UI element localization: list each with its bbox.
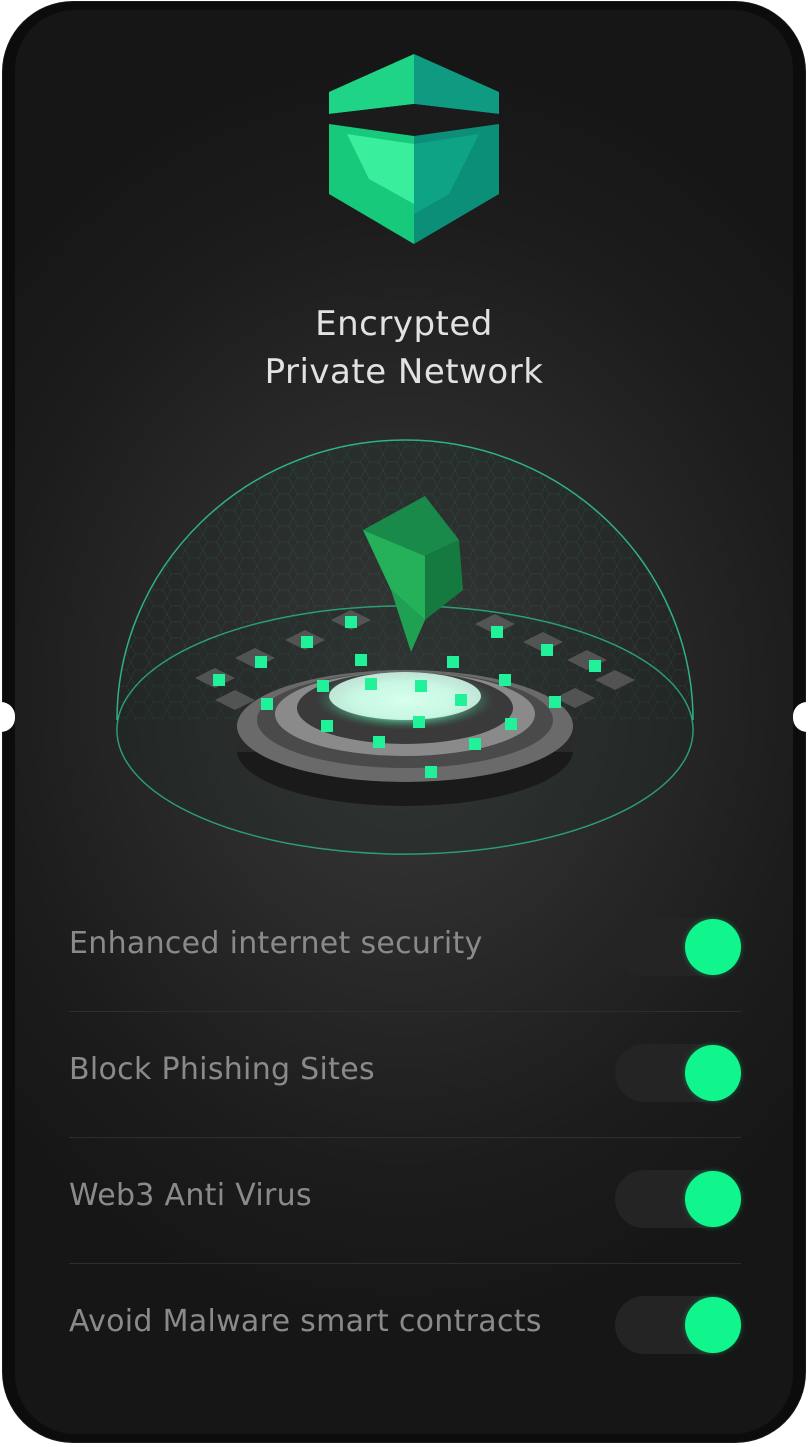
title-line-1: Encrypted [315,304,493,344]
phone-frame: Encrypted Private Network Enhanced inter… [1,2,807,1442]
setting-label: Web3 Anti Virus [69,1178,312,1213]
hinge-notch [1,702,15,732]
green-cube-logo-icon [329,54,499,244]
setting-row-block-phishing: Block Phishing Sites [69,1012,741,1138]
toggle-knob [685,1045,741,1101]
toggle-knob [685,1297,741,1353]
block-phishing-toggle[interactable] [615,1044,741,1102]
hinge-notch [793,702,807,732]
setting-label: Avoid Malware smart contracts [69,1304,542,1339]
web3-antivirus-toggle[interactable] [615,1170,741,1228]
enhanced-security-toggle[interactable] [615,918,741,976]
toggle-knob [685,919,741,975]
app-screen: Encrypted Private Network Enhanced inter… [15,10,793,1434]
setting-label: Block Phishing Sites [69,1052,375,1087]
title-line-2: Private Network [264,352,544,392]
avoid-malware-toggle[interactable] [615,1296,741,1354]
setting-row-avoid-malware: Avoid Malware smart contracts [69,1264,741,1389]
toggle-knob [685,1171,741,1227]
setting-row-web3-antivirus: Web3 Anti Virus [69,1138,741,1264]
shield-dome-network-icon [116,439,694,855]
settings-list: Enhanced internet security Block Phishin… [69,886,741,1389]
setting-label: Enhanced internet security [69,926,483,961]
setting-row-enhanced-security: Enhanced internet security [69,886,741,1012]
page-title: Encrypted Private Network [15,300,793,396]
